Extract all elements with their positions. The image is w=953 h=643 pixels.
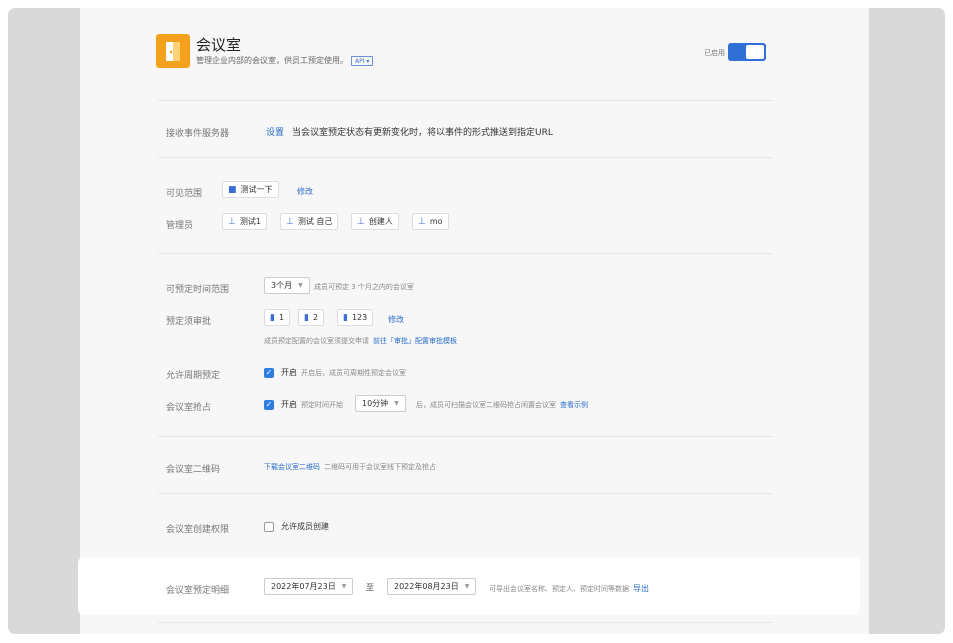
approval-icon: ▮ (270, 312, 275, 323)
visible-range-chip: ■ 测试一下 (222, 181, 279, 198)
divider (158, 157, 773, 158)
chevron-down-icon: ▼ (394, 400, 399, 407)
divider (158, 493, 773, 494)
qrcode-row: 下载会议室二维码 二维码可用于会议室线下预定及抢占 (264, 462, 436, 472)
qrcode-download-link[interactable]: 下载会议室二维码 (264, 462, 320, 472)
periodic-checkbox[interactable]: ✓ (264, 367, 274, 378)
toggle-knob (746, 45, 764, 59)
admin-chip: ⊥ 测试 自己 (280, 213, 339, 230)
approval-chip: ▮ 1 (264, 309, 291, 326)
folder-icon: ■ (228, 184, 237, 195)
periodic-check-label: 开启 (281, 368, 297, 377)
grab-check-label: 开启 (281, 400, 297, 409)
details-hint-row: 可导出会议室名称、预定人、预定时间等数据 导出 (489, 583, 649, 594)
receive-server-row: 设置 当会议室预定状态有更新变化时，将以事件的形式推送到指定URL (266, 125, 553, 138)
enabled-toggle[interactable] (728, 43, 766, 61)
receive-server-label: 接收事件服务器 (166, 129, 230, 139)
grab-time-select[interactable]: 10分钟 ▼ (355, 395, 406, 412)
details-hint: 可导出会议室名称、预定人、预定时间等数据 (489, 584, 629, 593)
app-title: 会议室 (196, 36, 242, 54)
details-end-date-select[interactable]: 2022年08月23日 ▼ (387, 578, 477, 595)
details-label: 会议室预定明细 (166, 586, 230, 596)
divider (158, 622, 773, 623)
divider (158, 253, 773, 254)
receive-server-desc: 当会议室预定状态有更新变化时，将以事件的形式推送到指定URL (292, 128, 553, 138)
app-subtitle: 管理企业内部的会议室，供员工预定使用。 (196, 56, 348, 65)
approval-template-link[interactable]: 前往「审批」配置审批模板 (373, 336, 457, 346)
admin-chip: ⊥ 测试1 (222, 213, 267, 230)
approval-icon: ▮ (343, 312, 348, 323)
user-icon: ⊥ (357, 216, 365, 227)
booking-range-label: 可预定时间范围 (166, 285, 230, 295)
screen-frame (8, 8, 945, 634)
enabled-label: 已启用 (704, 49, 725, 57)
details-to-label: 至 (366, 583, 374, 592)
approval-hint: 成员预定配置的会议室须提交申请 (264, 337, 369, 345)
qrcode-hint: 二维码可用于会议室线下预定及抢占 (324, 463, 436, 471)
chevron-down-icon: ▼ (464, 583, 470, 590)
create-perm-label: 会议室创建权限 (166, 525, 230, 535)
app-subtitle-row: 管理企业内部的会议室，供员工预定使用。 API ▾ (196, 55, 374, 66)
divider (158, 436, 773, 437)
booking-range-select[interactable]: 3个月 ▼ (264, 277, 310, 294)
chevron-down-icon: ▼ (341, 583, 347, 590)
admin-chip: ⊥ mo (412, 213, 449, 230)
user-icon: ⊥ (228, 216, 236, 227)
grab-suffix: 后，成员可扫描会议室二维码抢占闲置会议室 (416, 401, 556, 409)
details-export-link[interactable]: 导出 (633, 583, 649, 594)
create-perm-row: 允许成员创建 (264, 521, 329, 532)
approval-icon: ▮ (304, 312, 309, 323)
periodic-hint: 开启后，成员可周期性预定会议室 (301, 368, 406, 377)
grab-checkbox[interactable]: ✓ (264, 399, 274, 410)
approval-modify-link[interactable]: 修改 (388, 314, 404, 325)
grab-row: ✓ 开启 预定时间开始 (264, 399, 343, 410)
api-badge[interactable]: API ▾ (351, 55, 374, 66)
approval-chip: ▮ 2 (298, 309, 325, 326)
grab-label: 会议室抢占 (166, 403, 212, 413)
door-icon (156, 34, 190, 68)
booking-range-hint: 成员可预定 3 个月之内的会议室 (314, 283, 414, 291)
receive-server-set-link[interactable]: 设置 (266, 125, 284, 138)
divider (158, 100, 773, 101)
grab-example-link[interactable]: 查看示例 (560, 400, 588, 410)
visible-range-modify-link[interactable]: 修改 (297, 186, 313, 197)
create-perm-checkbox[interactable] (264, 521, 274, 532)
approval-hint-row: 成员预定配置的会议室须提交申请 前往「审批」配置审批模板 (264, 336, 457, 346)
grab-prefix: 预定时间开始 (301, 400, 343, 409)
periodic-label: 允许周期预定 (166, 371, 221, 381)
visible-range-label: 可见范围 (166, 189, 203, 199)
details-start-date-select[interactable]: 2022年07月23日 ▼ (264, 578, 354, 595)
grab-suffix-row: 后，成员可扫描会议室二维码抢占闲置会议室 查看示例 (416, 400, 588, 410)
approval-chip: ▮ 123 (337, 309, 374, 326)
admin-chip: ⊥ 创建人 (351, 213, 399, 230)
chevron-down-icon: ▼ (298, 282, 303, 289)
user-icon: ⊥ (418, 216, 426, 227)
approval-label: 预定须审批 (166, 317, 212, 327)
user-icon: ⊥ (286, 216, 294, 227)
admins-label: 管理员 (166, 221, 194, 231)
create-perm-check-label: 允许成员创建 (281, 522, 329, 531)
qrcode-label: 会议室二维码 (166, 465, 221, 475)
periodic-row: ✓ 开启 开启后，成员可周期性预定会议室 (264, 367, 406, 378)
